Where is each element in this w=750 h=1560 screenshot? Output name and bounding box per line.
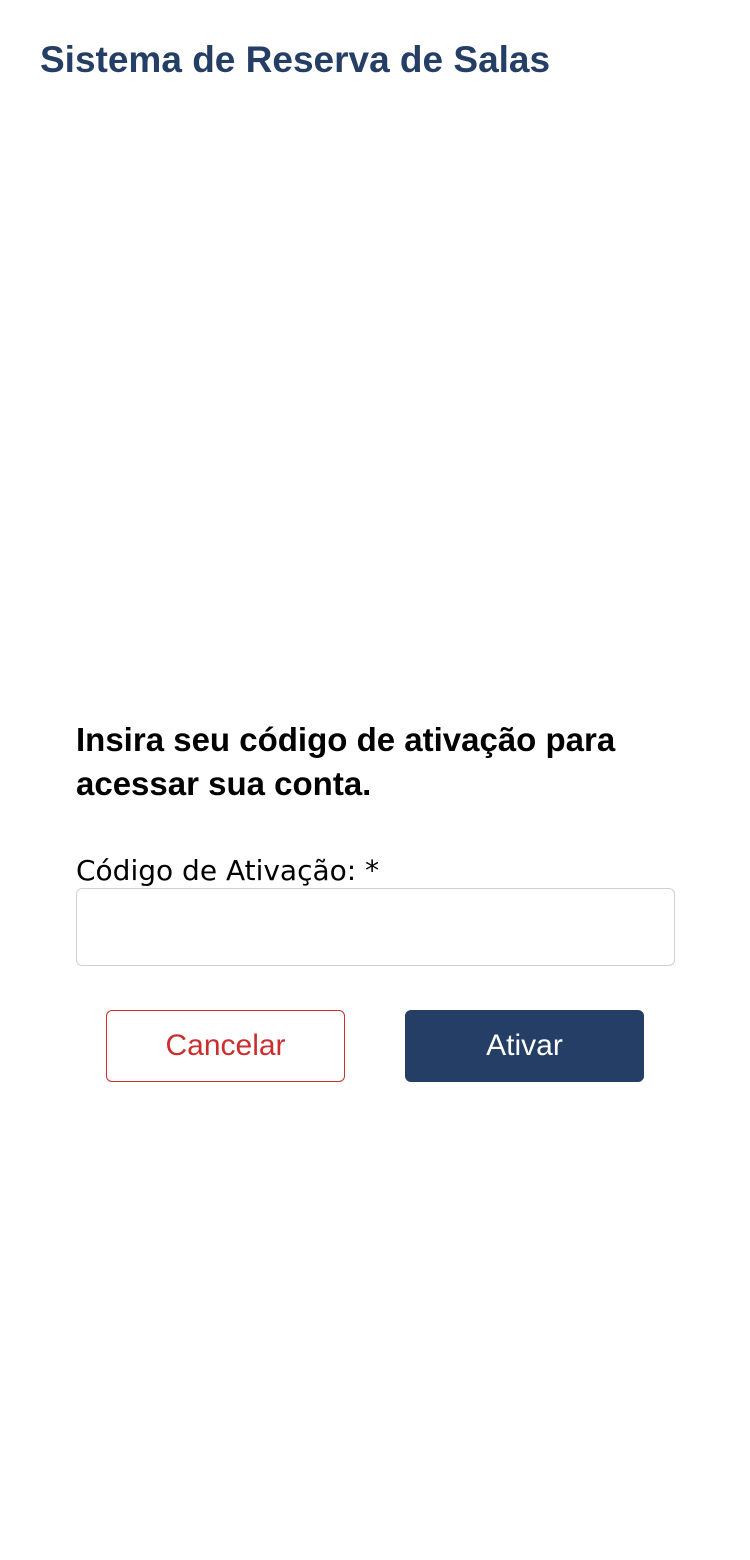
activate-button[interactable]: Ativar [405,1010,644,1082]
form-heading: Insira seu código de ativação para acess… [76,721,616,802]
activation-form: Insira seu código de ativação para acess… [76,718,675,966]
form-actions: Cancelar Ativar [106,1010,645,1082]
activation-code-label: Código de Ativação: * [76,854,380,887]
app-title: Sistema de Reserva de Salas [40,39,551,80]
cancel-button[interactable]: Cancelar [106,1010,345,1082]
activation-code-input[interactable] [76,888,675,966]
